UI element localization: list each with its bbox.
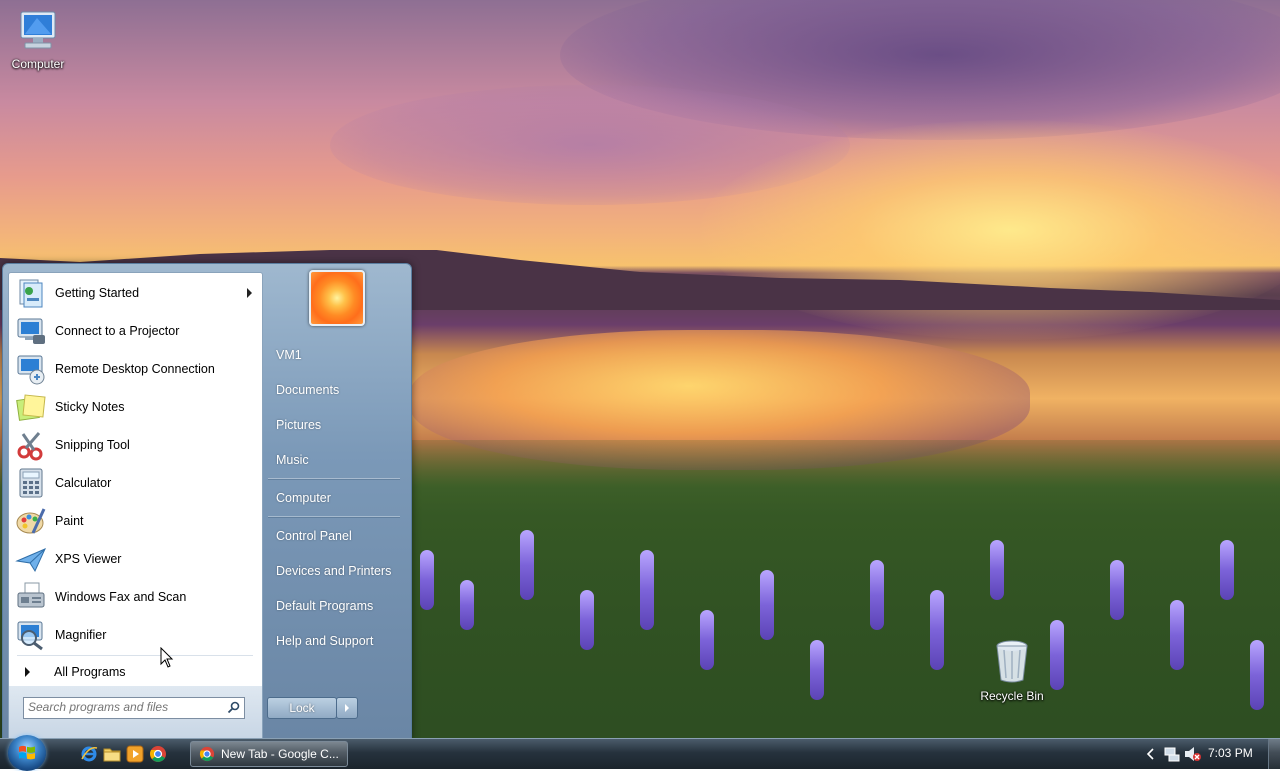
shutdown-options-button[interactable] xyxy=(336,697,358,719)
wallpaper-meadow xyxy=(410,440,1280,738)
separator xyxy=(17,655,253,656)
expand-arrow-icon xyxy=(25,667,30,677)
desktop-icon-label: Recycle Bin xyxy=(980,689,1044,703)
chrome-icon[interactable] xyxy=(149,745,167,763)
place-item-user[interactable]: VM1 xyxy=(276,348,302,362)
magnifier-icon xyxy=(17,621,43,651)
place-item-documents[interactable]: Documents xyxy=(276,383,339,397)
folder-icon[interactable] xyxy=(103,745,121,763)
program-item-remote-desktop[interactable]: Remote Desktop Connection xyxy=(11,351,260,387)
program-item-snipping-tool[interactable]: Snipping Tool xyxy=(11,427,260,463)
remote-desktop-icon xyxy=(17,355,45,385)
xps-viewer-icon xyxy=(15,548,46,573)
place-item-pictures[interactable]: Pictures xyxy=(276,418,321,432)
show-desktop-button[interactable] xyxy=(1268,739,1280,769)
start-menu: Getting Started Connect to a Projector R… xyxy=(2,263,412,740)
start-menu-programs-pane: Getting Started Connect to a Projector R… xyxy=(8,272,263,687)
chrome-icon xyxy=(199,746,215,762)
taskbar-button-label: New Tab - Google C... xyxy=(221,747,339,761)
program-item-fax-scan[interactable]: Windows Fax and Scan xyxy=(11,579,260,615)
user-account-picture[interactable] xyxy=(309,270,365,326)
program-label: Remote Desktop Connection xyxy=(55,362,215,376)
start-menu-places-pane: VM1 Documents Pictures Music Computer Co… xyxy=(262,264,411,739)
desktop-icon-recycle-bin[interactable]: Recycle Bin xyxy=(972,638,1052,703)
program-label: Snipping Tool xyxy=(55,438,130,452)
place-item-help-support[interactable]: Help and Support xyxy=(276,634,373,648)
program-label: Getting Started xyxy=(55,286,140,300)
program-label: XPS Viewer xyxy=(55,552,122,566)
program-item-calculator[interactable]: Calculator xyxy=(11,465,260,501)
program-item-connect-projector[interactable]: Connect to a Projector xyxy=(11,313,260,349)
chevron-right-icon xyxy=(345,704,349,712)
taskbar-clock[interactable]: 7:03 PM xyxy=(1208,746,1253,760)
taskbar-button-chrome[interactable]: New Tab - Google C... xyxy=(190,741,348,767)
fax-scan-icon xyxy=(17,582,45,608)
program-item-xps-viewer[interactable]: XPS Viewer xyxy=(11,541,260,577)
place-item-default-programs[interactable]: Default Programs xyxy=(276,599,373,613)
all-programs-button[interactable]: All Programs xyxy=(11,660,260,684)
desktop-icon-label: Computer xyxy=(11,57,65,71)
internet-explorer-icon[interactable] xyxy=(80,745,98,763)
network-icon[interactable] xyxy=(1164,746,1180,762)
sticky-notes-icon xyxy=(16,394,46,421)
program-item-paint[interactable]: Paint xyxy=(11,503,260,539)
program-label: Connect to a Projector xyxy=(55,324,180,338)
calculator-icon xyxy=(19,468,43,498)
program-label: Calculator xyxy=(55,476,112,490)
place-item-control-panel[interactable]: Control Panel xyxy=(276,529,352,543)
volume-muted-icon[interactable] xyxy=(1184,746,1202,762)
desktop-icon-computer[interactable]: Computer xyxy=(0,10,78,71)
paint-icon xyxy=(16,508,46,534)
projector-icon xyxy=(17,318,45,344)
taskbar: New Tab - Google C... 7:03 PM xyxy=(0,735,1280,771)
place-item-music[interactable]: Music xyxy=(276,453,309,467)
submenu-arrow-icon xyxy=(247,288,252,298)
all-programs-label: All Programs xyxy=(54,665,126,679)
program-label: Windows Fax and Scan xyxy=(55,590,187,604)
program-item-magnifier[interactable]: Magnifier xyxy=(11,617,260,653)
recycle-bin-icon xyxy=(996,640,1028,683)
search-icon[interactable] xyxy=(227,701,240,714)
start-button[interactable] xyxy=(8,735,46,771)
media-player-icon[interactable] xyxy=(126,745,144,763)
snipping-tool-icon xyxy=(17,432,43,461)
getting-started-icon xyxy=(19,279,43,308)
separator xyxy=(268,478,400,480)
lock-button[interactable]: Lock xyxy=(267,697,337,719)
search-input[interactable] xyxy=(24,698,224,716)
mouse-cursor-icon xyxy=(160,647,174,668)
place-item-computer[interactable]: Computer xyxy=(276,491,331,505)
windows-logo-icon xyxy=(19,745,35,760)
start-search-area xyxy=(8,686,263,739)
computer-icon xyxy=(20,11,56,49)
program-label: Paint xyxy=(55,514,84,528)
place-item-devices-printers[interactable]: Devices and Printers xyxy=(276,564,391,578)
show-hidden-icons-arrow-icon[interactable] xyxy=(1146,748,1156,760)
start-search-box[interactable] xyxy=(23,697,245,719)
notification-area: 7:03 PM xyxy=(1142,739,1280,769)
program-label: Sticky Notes xyxy=(55,400,125,414)
program-label: Magnifier xyxy=(55,628,107,642)
program-item-sticky-notes[interactable]: Sticky Notes xyxy=(11,389,260,425)
program-item-getting-started[interactable]: Getting Started xyxy=(11,275,260,311)
separator xyxy=(268,516,400,518)
